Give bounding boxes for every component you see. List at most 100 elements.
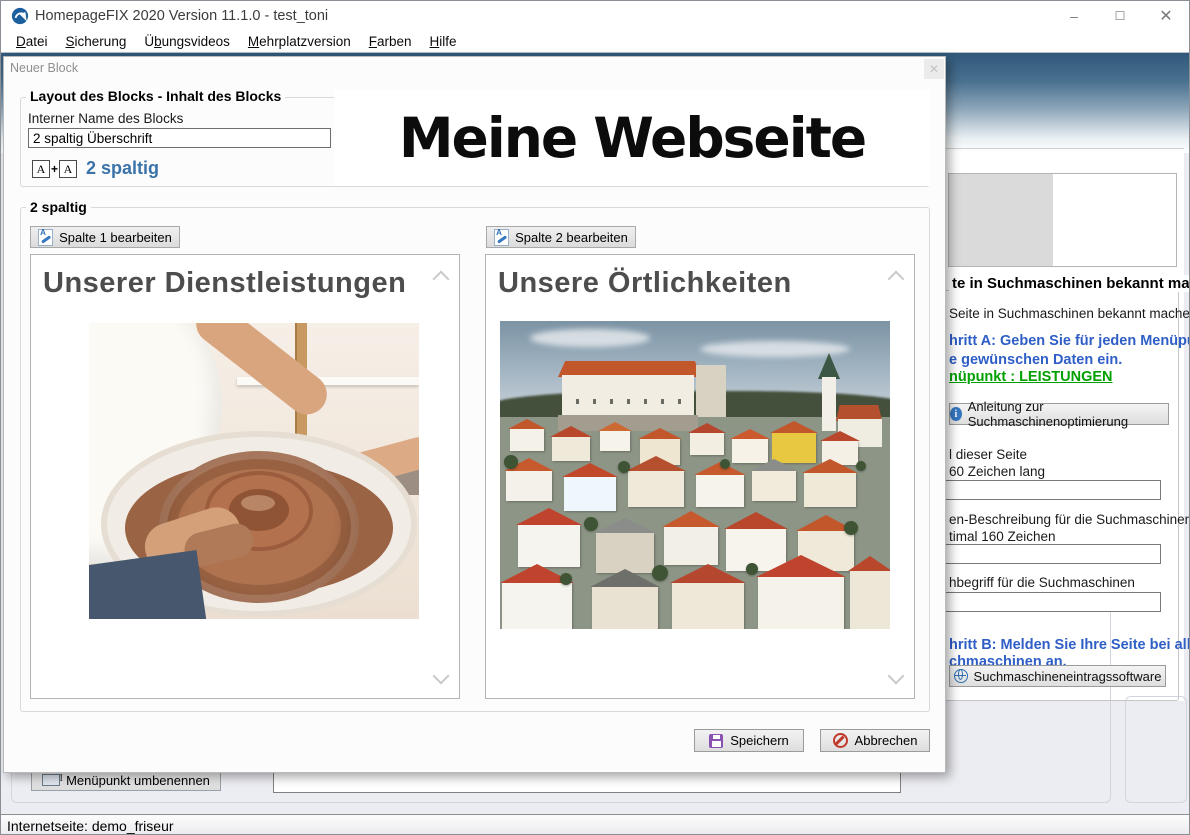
edit-icon — [38, 229, 53, 246]
tree — [584, 517, 598, 531]
menu-hilfe[interactable]: Hilfe — [421, 34, 466, 49]
tree — [720, 459, 730, 469]
seo-guide-button[interactable]: i Anleitung zur Suchmaschinenoptimierung — [949, 403, 1169, 425]
house-roof — [590, 569, 660, 587]
menu-datei[interactable]: Datei — [7, 34, 57, 49]
house — [850, 571, 890, 629]
house — [502, 583, 572, 629]
house — [596, 533, 654, 573]
house — [690, 433, 724, 455]
house-roof — [598, 422, 632, 431]
houses-layer — [500, 321, 890, 629]
site-heading: Meine Webseite — [399, 106, 865, 170]
dialog-close-icon[interactable]: ✕ — [924, 59, 944, 79]
neuer-block-dialog: Neuer Block ✕ Layout des Blocks - Inhalt… — [3, 56, 946, 773]
window-controls: – ☐ ✕ — [1051, 1, 1189, 31]
scroll-up-icon[interactable] — [433, 271, 450, 288]
scroll-down-icon[interactable] — [888, 668, 905, 685]
house-roof — [756, 555, 846, 577]
save-button-label: Speichern — [730, 733, 789, 748]
seo-step-a-line2: e gewünschen Daten ein. — [949, 352, 1122, 368]
window-title: HomepageFIX 2020 Version 11.1.0 - test_t… — [35, 8, 328, 24]
title-bar: HomepageFIX 2020 Version 11.1.0 - test_t… — [1, 1, 1189, 31]
tree — [504, 455, 518, 469]
column-2-preview: Unsere Örtlichkeiten — [485, 254, 915, 699]
house — [804, 473, 856, 507]
close-icon[interactable]: ✕ — [1143, 1, 1189, 31]
house-roof — [670, 564, 746, 583]
app-window: HomepageFIX 2020 Version 11.1.0 - test_t… — [0, 0, 1190, 835]
column-a-icon: A — [32, 160, 50, 178]
edit-column-2-label: Spalte 2 bearbeiten — [515, 230, 628, 245]
seo-menu-item-link[interactable]: nüpunkt : LEISTUNGEN — [949, 369, 1113, 385]
town-aerial-image — [500, 321, 890, 629]
tree — [856, 461, 866, 471]
menu-übungsvideos[interactable]: Übungsvideos — [135, 34, 239, 49]
edit-column-2-button[interactable]: Spalte 2 bearbeiten — [486, 226, 636, 248]
rename-icon — [42, 774, 60, 786]
edit-icon — [494, 229, 509, 246]
seo-step-b-line1: hritt B: Melden Sie Ihre Seite bei allen — [949, 637, 1190, 653]
maximize-icon[interactable]: ☐ — [1097, 1, 1143, 31]
cancel-button[interactable]: Abbrechen — [820, 729, 930, 752]
seo-submit-button[interactable]: Suchmaschineneintragssoftware — [949, 665, 1166, 687]
block-name-input[interactable] — [28, 128, 331, 148]
house — [506, 471, 552, 501]
app-logo-icon — [11, 7, 29, 25]
floppy-disk-icon — [709, 734, 723, 748]
column-1-heading: Unserer Dienstleistungen — [43, 267, 406, 300]
house — [752, 471, 796, 501]
minimize-icon[interactable]: – — [1051, 1, 1097, 31]
background-textbox[interactable] — [273, 771, 901, 793]
house — [696, 475, 744, 507]
seo-title-label-1: l dieser Seite — [949, 447, 1027, 462]
globe-icon — [954, 669, 968, 683]
house-roof — [820, 431, 860, 441]
menu-mehrplatzversion[interactable]: Mehrplatzversion — [239, 34, 360, 49]
tree — [652, 565, 668, 581]
house — [672, 583, 744, 629]
edit-column-1-label: Spalte 1 bearbeiten — [59, 230, 172, 245]
edit-column-1-button[interactable]: Spalte 1 bearbeiten — [30, 226, 180, 248]
seo-step-a-line1: hritt A: Geben Sie für jeden Menüpunkt — [949, 333, 1190, 349]
tree — [844, 521, 858, 535]
house — [518, 525, 580, 567]
plus-icon: + — [51, 162, 58, 176]
column-1-preview: Unserer Dienstleistungen — [30, 254, 460, 699]
seo-title-label-2: 60 Zeichen lang — [949, 464, 1045, 479]
status-bar: Internetseite: demo_friseur — [1, 814, 1189, 835]
house-roof — [802, 459, 858, 473]
seo-group-title: te in Suchmaschinen bekannt machen — [949, 275, 1190, 292]
house-roof — [594, 518, 656, 533]
house-roof — [562, 463, 618, 477]
block-name-label: Interner Name des Blocks — [28, 111, 183, 126]
menu-sicherung[interactable]: Sicherung — [57, 34, 136, 49]
save-button[interactable]: Speichern — [694, 729, 804, 752]
house — [564, 477, 616, 511]
house-roof — [508, 419, 546, 429]
columns-group-title: 2 spaltig — [26, 199, 91, 215]
rename-button-label: Menüpunkt umbenennen — [66, 773, 210, 788]
column-a-icon: A — [59, 160, 77, 178]
seo-guide-button-label: Anleitung zur Suchmaschinenoptimierung — [968, 399, 1168, 429]
house-roof — [730, 429, 770, 439]
menu-farben[interactable]: Farben — [360, 34, 421, 49]
menu-bar: DateiSicherungÜbungsvideosMehrplatzversi… — [1, 31, 1189, 53]
info-icon: i — [950, 407, 962, 421]
tree — [746, 563, 758, 575]
cancel-button-label: Abbrechen — [855, 733, 918, 748]
house-roof — [516, 508, 582, 525]
column-2-heading: Unsere Örtlichkeiten — [498, 267, 792, 300]
house-roof — [638, 428, 682, 439]
tree — [618, 461, 630, 473]
house-roof — [662, 511, 720, 527]
bottom-right-panel-frame — [1125, 696, 1187, 803]
house — [628, 471, 684, 507]
scroll-up-icon[interactable] — [888, 271, 905, 288]
pottery-wheel-image — [89, 323, 419, 619]
house-roof — [550, 426, 592, 437]
banner-preview-box — [948, 173, 1177, 267]
panel-divider — [946, 148, 1184, 149]
banner-placeholder — [949, 174, 1053, 266]
scroll-down-icon[interactable] — [433, 668, 450, 685]
